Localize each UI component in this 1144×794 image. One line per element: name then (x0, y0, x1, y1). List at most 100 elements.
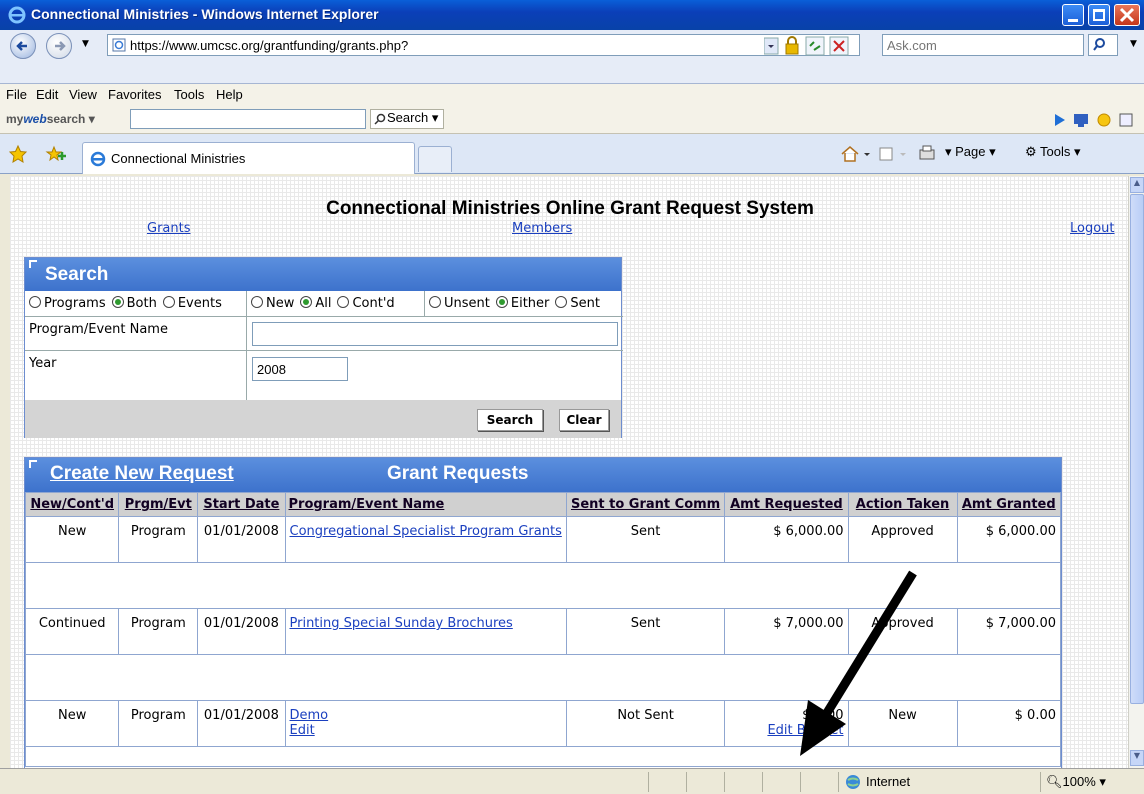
ask-search-box[interactable] (882, 34, 1084, 56)
cell-action: Approved (847, 516, 958, 563)
maximize-button[interactable] (1088, 4, 1110, 26)
col-prgm-evt[interactable]: Prgm/Evt (118, 492, 199, 517)
year-row: Year (25, 351, 623, 400)
mywebsearch-search-button[interactable]: Search ▾ (370, 109, 444, 129)
menu-edit[interactable]: Edit (36, 87, 58, 102)
back-arrow-icon (16, 41, 27, 51)
internet-explorer-icon (90, 151, 106, 167)
radio-all[interactable]: All (300, 296, 331, 311)
table-header-row: New/Cont'd Prgm/Evt Start Date Program/E… (24, 492, 1062, 517)
cell-name: Demo Edit (284, 700, 567, 747)
menu-file[interactable]: File (6, 87, 27, 102)
grant-name-link[interactable]: Printing Special Sunday Brochures (290, 616, 513, 631)
col-start-date[interactable]: Start Date (197, 492, 286, 517)
status-bar: Internet 🔍︎100% ▾ (0, 768, 1144, 794)
cell-name: Printing Special Sunday Brochures (284, 608, 567, 655)
search-filter-row: Programs Both Events New All Cont'd Unsent Ei… (25, 291, 623, 317)
grant-requests-header: Create New Request Grant Requests (25, 458, 1061, 492)
page-menu[interactable]: ▾ Page ▾ (945, 144, 996, 160)
page-icon (112, 38, 126, 52)
minimize-button[interactable] (1062, 4, 1084, 26)
address-bar[interactable]: https://www.umcsc.org/grantfunding/grant… (107, 34, 860, 56)
year-label: Year (25, 351, 247, 400)
nav-members-link[interactable]: Members (512, 221, 572, 236)
favorites-center-icons[interactable] (8, 144, 72, 164)
col-action-taken[interactable]: Action Taken (847, 492, 958, 517)
cell-sent: Sent (565, 608, 726, 655)
menu-bar: File Edit View Favorites Tools Help (0, 84, 1144, 106)
radio-both[interactable]: Both (111, 296, 157, 311)
grant-name-link[interactable]: Demo (290, 708, 329, 723)
address-controls (764, 36, 849, 56)
command-bar-icons[interactable] (840, 144, 940, 164)
search-button[interactable] (1088, 34, 1118, 56)
menu-view[interactable]: View (69, 87, 97, 102)
magnifier-icon (1093, 38, 1105, 51)
col-amt-requested[interactable]: Amt Requested (724, 492, 849, 517)
sent-filter: Unsent Either Sent (425, 291, 623, 316)
col-sent-to-grant-comm[interactable]: Sent to Grant Comm (565, 492, 726, 517)
name-label: Program/Event Name (25, 317, 247, 350)
grant-requests-table: New/Cont'd Prgm/Evt Start Date Program/E… (24, 492, 1062, 767)
menu-favorites[interactable]: Favorites (108, 87, 161, 102)
ask-search-input[interactable] (887, 36, 1077, 54)
window-title: Connectional Ministries - Windows Intern… (31, 6, 379, 22)
tab-connectional-ministries[interactable]: Connectional Ministries (82, 142, 415, 174)
spacer-row (25, 654, 1061, 701)
vertical-scrollbar[interactable]: ▲ ▼ (1128, 176, 1144, 768)
search-button-bar: Search Clear (25, 400, 621, 438)
forward-arrow-icon (55, 41, 66, 51)
scroll-thumb[interactable] (1130, 194, 1144, 704)
scroll-up-arrow[interactable]: ▲ (1130, 177, 1144, 193)
edit-link[interactable]: Edit (290, 723, 315, 738)
radio-contd[interactable]: Cont'd (337, 296, 395, 311)
search-button[interactable]: Search (477, 409, 543, 431)
cell-name: Congregational Specialist Program Grants (284, 516, 567, 563)
address-toolbar: ▼ https://www.umcsc.org/grantfunding/gra… (0, 30, 1144, 84)
col-amt-granted[interactable]: Amt Granted (956, 492, 1062, 517)
history-dropdown-icon[interactable]: ▼ (82, 39, 89, 49)
cell-granted: $ 6,000.00 (956, 516, 1062, 563)
radio-unsent[interactable]: Unsent (429, 296, 490, 311)
radio-events[interactable]: Events (162, 296, 222, 311)
toolbar-icons[interactable] (1052, 112, 1142, 128)
tools-menu[interactable]: ⚙ Tools ▾ (1025, 144, 1081, 160)
tab-label: Connectional Ministries (111, 151, 246, 166)
globe-icon (846, 775, 860, 789)
radio-programs[interactable]: Programs (29, 296, 106, 311)
cell-status: New (24, 700, 120, 747)
grant-name-link[interactable]: Congregational Specialist Program Grants (290, 524, 562, 539)
page-title: Connectional Ministries Online Grant Req… (326, 198, 814, 219)
program-event-name-input[interactable] (252, 322, 618, 346)
edit-budget-link[interactable]: Edit Budget (767, 723, 843, 738)
cell-type: Program (118, 608, 199, 655)
back-button[interactable] (10, 33, 36, 59)
cell-start-date: 01/01/2008 (197, 700, 286, 747)
close-button[interactable] (1114, 4, 1140, 26)
menu-help[interactable]: Help (216, 87, 243, 102)
scroll-down-arrow[interactable]: ▼ (1130, 750, 1144, 766)
clear-button[interactable]: Clear (559, 409, 609, 431)
mywebsearch-input[interactable] (130, 109, 366, 129)
search-options-icon[interactable]: ▼ (1130, 39, 1137, 49)
mywebsearch-toolbar: mywebsearch ▾ Search ▾ (0, 106, 1144, 134)
col-new-contd[interactable]: New/Cont'd (24, 492, 120, 517)
table-row: Continued Program 01/01/2008 Printing Sp… (24, 608, 1062, 655)
zoom-level[interactable]: 🔍︎100% ▾ (1046, 774, 1106, 790)
radio-sent[interactable]: Sent (555, 296, 600, 311)
cell-start-date: 01/01/2008 (197, 516, 286, 563)
nav-grants-link[interactable]: Grants (147, 221, 191, 236)
radio-new[interactable]: New (251, 296, 294, 311)
new-tab-button[interactable] (418, 146, 452, 172)
menu-tools[interactable]: Tools (174, 87, 204, 102)
mywebsearch-logo[interactable]: mywebsearch ▾ (6, 112, 95, 126)
col-program-event-name[interactable]: Program/Event Name (284, 492, 567, 517)
forward-button[interactable] (46, 33, 72, 59)
cell-start-date: 01/01/2008 (197, 608, 286, 655)
radio-either[interactable]: Either (495, 296, 549, 311)
year-input[interactable] (252, 357, 348, 381)
create-new-request-link[interactable]: Create New Request (50, 463, 234, 485)
cell-requested: $ 7,000.00 (724, 608, 849, 655)
cell-sent: Sent (565, 516, 726, 563)
logout-link[interactable]: Logout (1070, 221, 1115, 236)
